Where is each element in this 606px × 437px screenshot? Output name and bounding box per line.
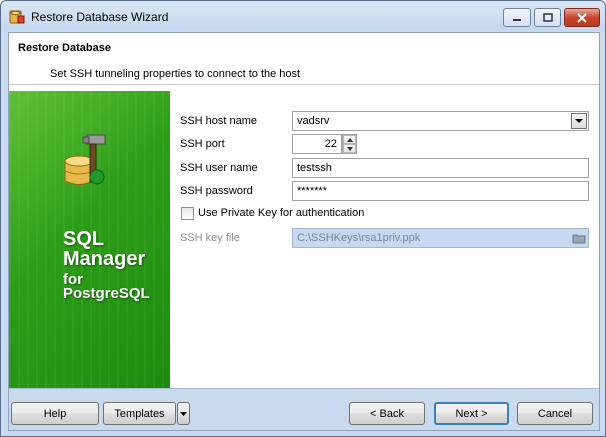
use-private-key-label[interactable]: Use Private Key for authentication bbox=[198, 207, 364, 219]
chevron-down-icon bbox=[575, 118, 583, 123]
folder-browse-icon bbox=[572, 234, 586, 244]
ssh-host-dropdown-button[interactable] bbox=[571, 113, 587, 129]
close-button[interactable] bbox=[564, 8, 600, 27]
next-button-label: Next > bbox=[455, 407, 488, 420]
ssh-settings-form: SSH host name vadsrv SSH port 22 SSH use… bbox=[170, 91, 599, 388]
ssh-user-label: SSH user name bbox=[180, 162, 258, 174]
ssh-host-value: vadsrv bbox=[297, 115, 330, 127]
ssh-host-label: SSH host name bbox=[180, 115, 258, 127]
maximize-button[interactable] bbox=[534, 8, 561, 27]
back-button-label: < Back bbox=[370, 407, 404, 420]
ssh-port-spinner[interactable] bbox=[342, 134, 357, 154]
title-bar[interactable]: Restore Database Wizard bbox=[1, 1, 605, 31]
banner-line-postgresql: PostgreSQL bbox=[63, 285, 150, 302]
minimize-icon bbox=[513, 18, 521, 21]
restore-database-wizard-window: Restore Database Wizard Restore Database… bbox=[0, 0, 606, 437]
wizard-header: Restore Database Set SSH tunneling prope… bbox=[9, 33, 599, 85]
ssh-port-label: SSH port bbox=[180, 138, 225, 150]
chevron-down-icon bbox=[180, 411, 187, 416]
use-private-key-checkbox[interactable] bbox=[181, 207, 194, 220]
banner-line-sql: SQL bbox=[63, 228, 105, 250]
next-button[interactable]: Next > bbox=[434, 402, 509, 425]
wizard-client-area: Restore Database Set SSH tunneling prope… bbox=[8, 32, 600, 431]
ssh-user-value: testssh bbox=[297, 162, 332, 174]
minimize-button[interactable] bbox=[503, 8, 531, 27]
banner-line-manager: Manager bbox=[63, 248, 146, 270]
help-button[interactable]: Help bbox=[11, 402, 99, 425]
ssh-key-file-browse-button[interactable] bbox=[571, 230, 587, 246]
ssh-user-input[interactable]: testssh bbox=[292, 158, 589, 178]
wizard-app-icon bbox=[9, 10, 25, 24]
maximize-icon bbox=[542, 13, 553, 22]
port-decrement-button[interactable] bbox=[343, 144, 356, 153]
ssh-key-file-value: C:\SSHKeys\rsa1priv.ppk bbox=[297, 232, 421, 244]
wizard-button-bar: Help Templates < Back Next > Cancel bbox=[9, 388, 599, 430]
ssh-port-input[interactable]: 22 bbox=[292, 134, 342, 154]
cancel-button-label: Cancel bbox=[537, 407, 573, 420]
templates-dropdown-button[interactable] bbox=[177, 402, 190, 425]
back-button[interactable]: < Back bbox=[349, 402, 425, 425]
templates-button[interactable]: Templates bbox=[103, 402, 176, 425]
port-increment-button[interactable] bbox=[343, 135, 356, 144]
ssh-key-file-input[interactable]: C:\SSHKeys\rsa1priv.ppk bbox=[292, 228, 589, 248]
window-title: Restore Database Wizard bbox=[31, 10, 169, 24]
templates-button-label: Templates bbox=[114, 407, 165, 420]
page-subtitle: Set SSH tunneling properties to connect … bbox=[50, 68, 301, 80]
database-hammer-icon bbox=[64, 134, 106, 185]
ssh-password-label: SSH password bbox=[180, 185, 253, 197]
ssh-host-combobox[interactable]: vadsrv bbox=[292, 111, 589, 131]
help-button-label: Help bbox=[43, 407, 67, 420]
close-icon bbox=[577, 12, 587, 23]
ssh-key-file-label: SSH key file bbox=[180, 232, 240, 244]
product-banner: SQL Manager for PostgreSQL bbox=[9, 91, 170, 388]
page-title: Restore Database bbox=[18, 42, 111, 54]
ssh-password-input[interactable]: ******* bbox=[292, 181, 589, 201]
ssh-port-value: 22 bbox=[324, 138, 337, 150]
arrow-down-icon bbox=[346, 146, 353, 151]
ssh-password-value: ******* bbox=[297, 185, 327, 197]
cancel-button[interactable]: Cancel bbox=[517, 402, 593, 425]
arrow-up-icon bbox=[346, 137, 353, 142]
